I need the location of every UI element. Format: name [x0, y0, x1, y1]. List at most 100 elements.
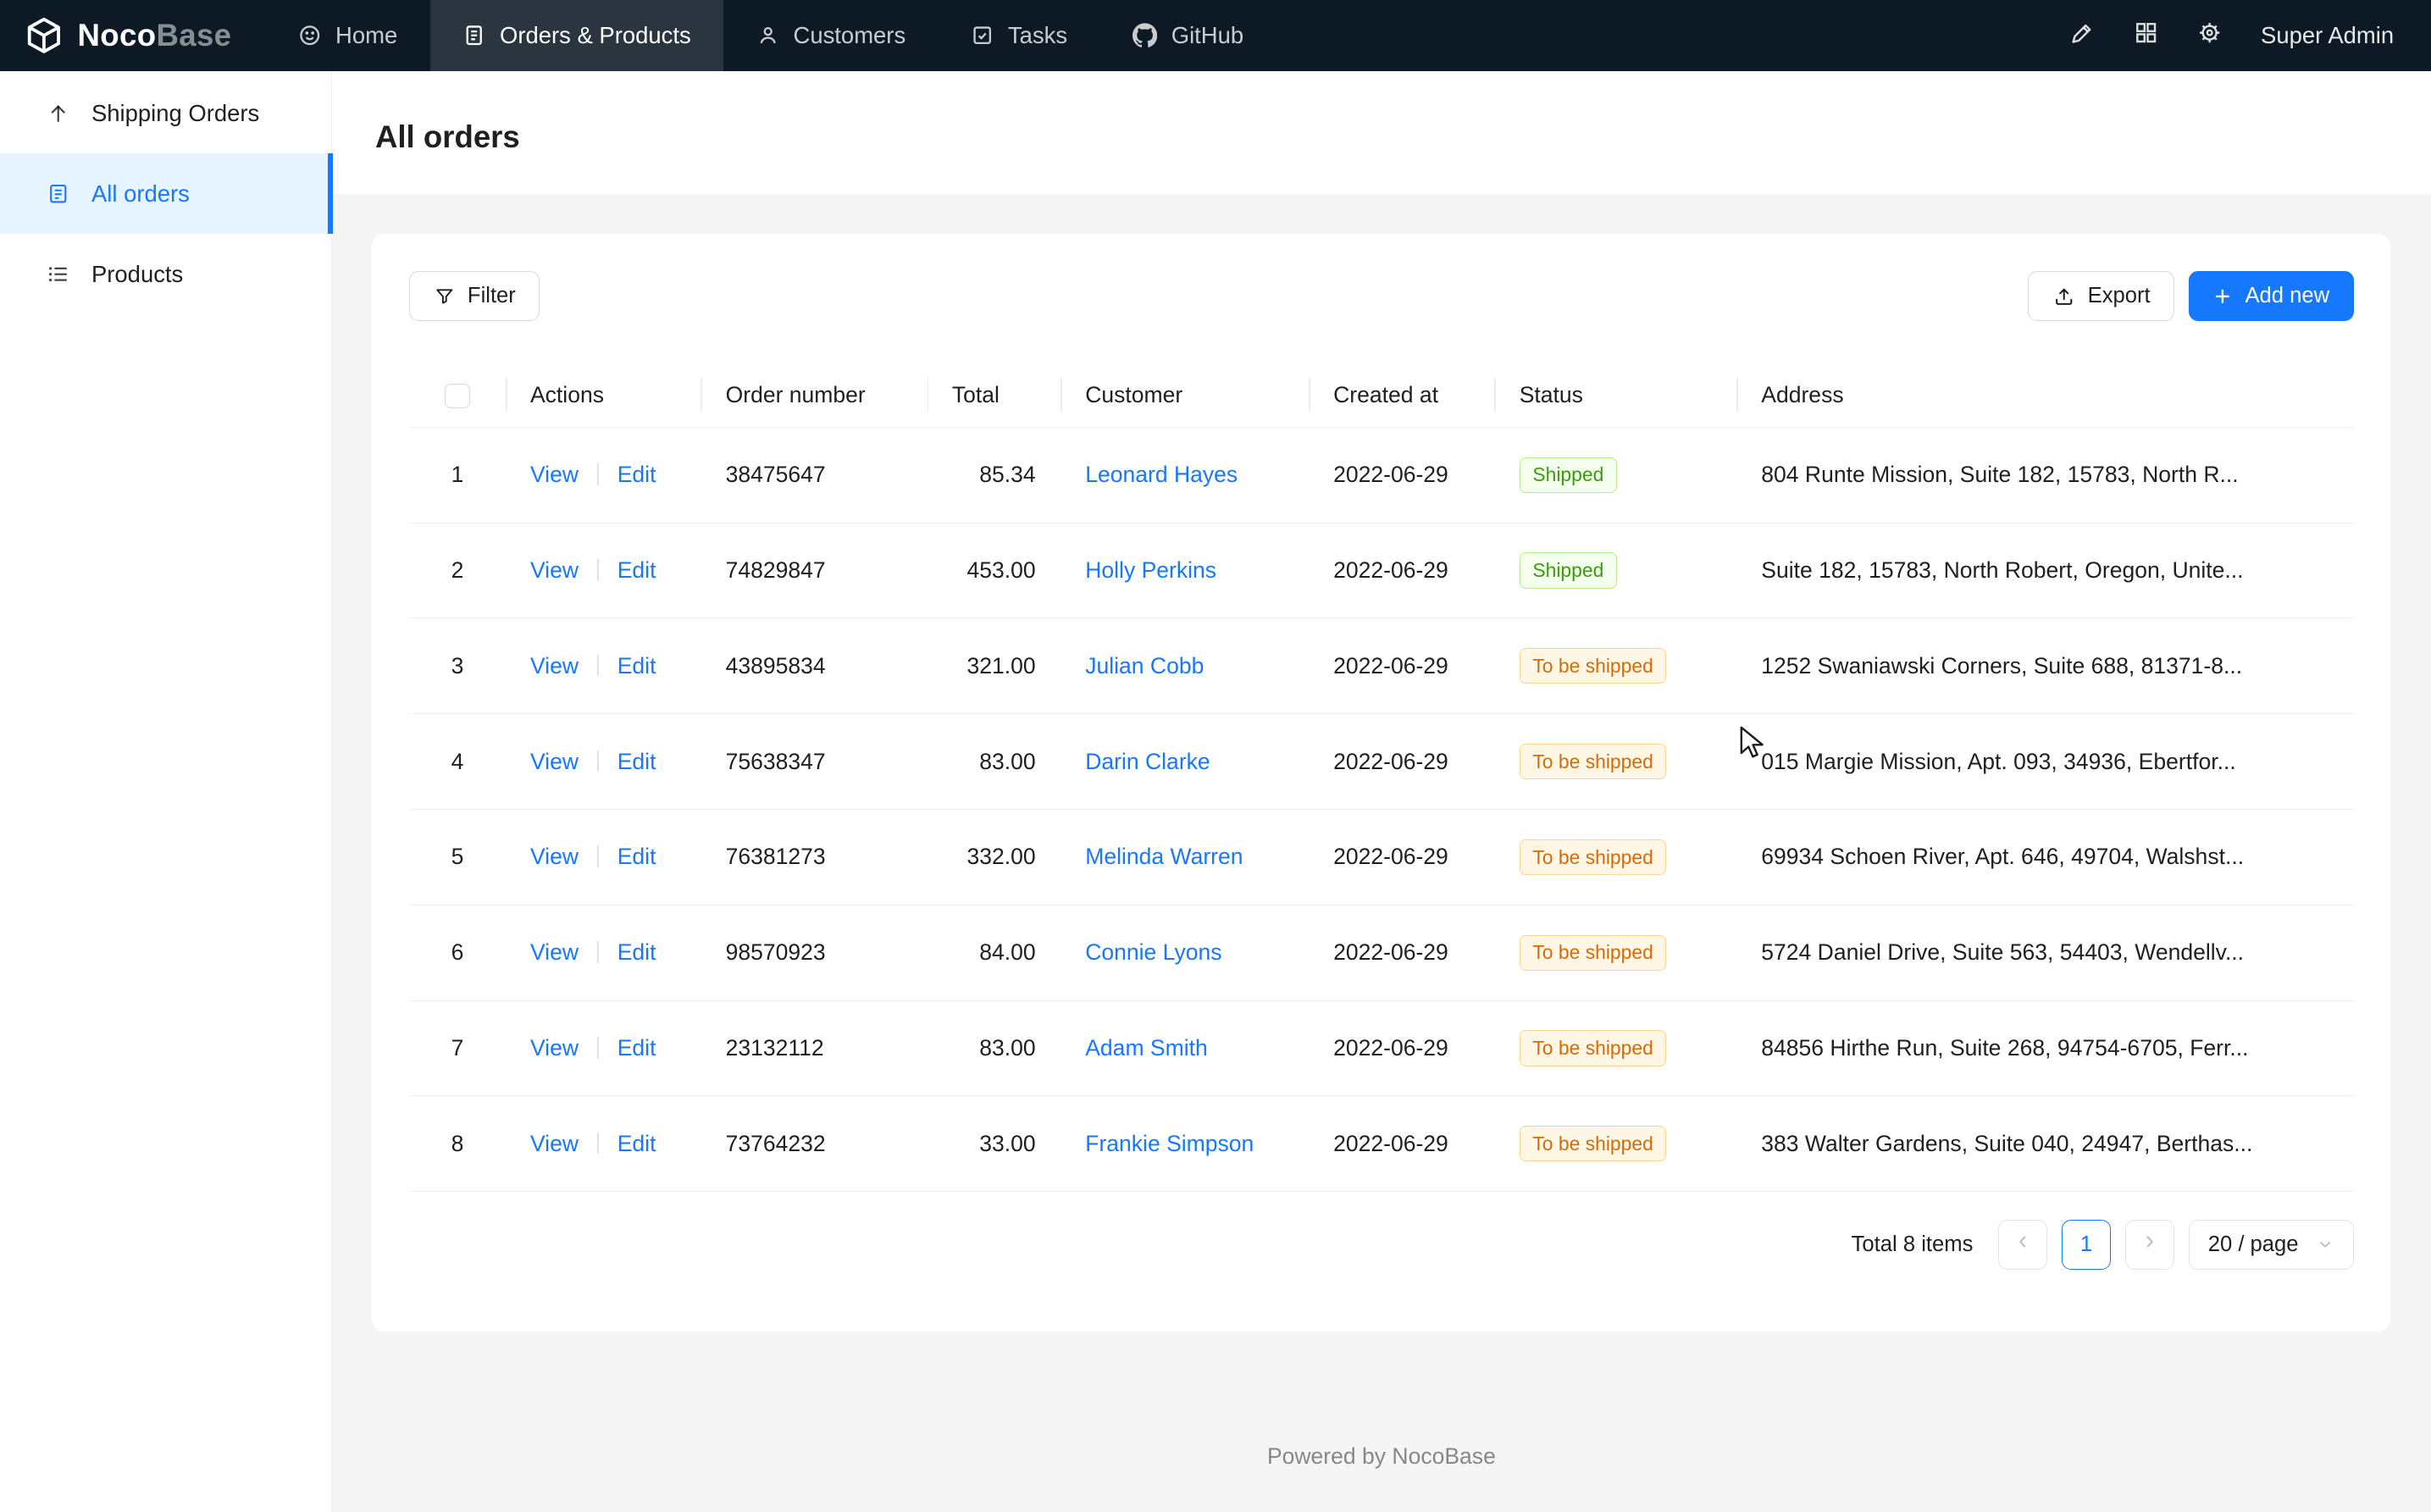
- nav-item-github[interactable]: GitHub: [1100, 0, 1276, 71]
- edit-link[interactable]: Edit: [617, 557, 656, 583]
- nav-item-tasks[interactable]: Tasks: [939, 0, 1100, 71]
- customer-cell: Frankie Simpson: [1060, 1096, 1309, 1192]
- view-link[interactable]: View: [530, 653, 579, 678]
- customer-link[interactable]: Adam Smith: [1085, 1035, 1208, 1061]
- page-title: All orders: [375, 119, 520, 155]
- order-number-cell: 98570923: [701, 905, 927, 1000]
- customer-cell: Darin Clarke: [1060, 714, 1309, 810]
- next-page-button[interactable]: [2125, 1220, 2175, 1270]
- order-number-cell: 75638347: [701, 714, 927, 810]
- view-link[interactable]: View: [530, 462, 579, 487]
- content: Filter Export: [332, 194, 2431, 1512]
- row-index: 4: [409, 714, 505, 810]
- order-number-cell: 73764232: [701, 1096, 927, 1192]
- edit-link[interactable]: Edit: [617, 749, 656, 774]
- plugin-manager-button[interactable]: [2134, 20, 2158, 51]
- column-header-created-at: Created at: [1309, 363, 1495, 427]
- brand[interactable]: NocoBase: [0, 0, 266, 71]
- actions-cell: View Edit: [506, 618, 701, 714]
- ui-editor-button[interactable]: [2070, 20, 2095, 51]
- row-index: 7: [409, 1000, 505, 1096]
- customer-cell: Adam Smith: [1060, 1000, 1309, 1096]
- edit-link[interactable]: Edit: [617, 844, 656, 869]
- prev-page-button[interactable]: [1998, 1220, 2048, 1270]
- nav-item-label: Home: [335, 22, 397, 49]
- navbar-right: Super Admin: [2033, 0, 2431, 71]
- page-1-button[interactable]: 1: [2062, 1220, 2112, 1270]
- edit-link[interactable]: Edit: [617, 653, 656, 678]
- nav-item-label: Customers: [794, 22, 906, 49]
- created-at-cell: 2022-06-29: [1309, 1000, 1495, 1096]
- customer-link[interactable]: Leonard Hayes: [1085, 462, 1238, 487]
- status-cell: To be shipped: [1494, 618, 1736, 714]
- divider: [597, 750, 599, 773]
- view-link[interactable]: View: [530, 844, 579, 869]
- edit-link[interactable]: Edit: [617, 939, 656, 965]
- nav-item-customers[interactable]: Customers: [723, 0, 938, 71]
- status-cell: Shipped: [1494, 427, 1736, 523]
- total-cell: 84.00: [928, 905, 1060, 1000]
- view-link[interactable]: View: [530, 749, 579, 774]
- customer-link[interactable]: Connie Lyons: [1085, 939, 1221, 965]
- view-link[interactable]: View: [530, 557, 579, 583]
- customer-link[interactable]: Holly Perkins: [1085, 557, 1216, 583]
- powered-by: Powered by NocoBase: [372, 1443, 2390, 1470]
- customer-link[interactable]: Frankie Simpson: [1085, 1131, 1254, 1156]
- nav-item-orders-products[interactable]: Orders & Products: [430, 0, 723, 71]
- orders-card: Filter Export: [372, 234, 2390, 1332]
- row-index: 6: [409, 905, 505, 1000]
- actions-cell: View Edit: [506, 427, 701, 523]
- current-user[interactable]: Super Admin: [2261, 22, 2394, 49]
- unordered-list-icon: [47, 263, 69, 285]
- status-badge: To be shipped: [1520, 1030, 1667, 1066]
- edit-link[interactable]: Edit: [617, 462, 656, 487]
- column-header-status: Status: [1494, 363, 1736, 427]
- filter-button-label: Filter: [468, 284, 516, 308]
- edit-link[interactable]: Edit: [617, 1131, 656, 1156]
- grid-icon: [2134, 20, 2158, 51]
- address-cell: 383 Walter Gardens, Suite 040, 24947, Be…: [1736, 1096, 2354, 1192]
- page-size-select[interactable]: 20 / page: [2189, 1220, 2354, 1270]
- settings-button[interactable]: [2197, 20, 2222, 51]
- status-cell: Shipped: [1494, 523, 1736, 618]
- sidebar: Shipping Orders All orders Products: [0, 71, 332, 1511]
- customer-link[interactable]: Julian Cobb: [1085, 653, 1204, 678]
- view-link[interactable]: View: [530, 1035, 579, 1061]
- select-all-checkbox[interactable]: [445, 384, 469, 408]
- status-badge: Shipped: [1520, 457, 1617, 493]
- address-cell: Suite 182, 15783, North Robert, Oregon, …: [1736, 523, 2354, 618]
- sidebar-item-shipping-orders[interactable]: Shipping Orders: [0, 73, 331, 153]
- total-cell: 33.00: [928, 1096, 1060, 1192]
- github-icon: [1132, 23, 1157, 47]
- customer-cell: Melinda Warren: [1060, 809, 1309, 905]
- filter-button[interactable]: Filter: [409, 271, 540, 321]
- customer-cell: Leonard Hayes: [1060, 427, 1309, 523]
- customer-link[interactable]: Melinda Warren: [1085, 844, 1243, 869]
- chevron-left-icon: [2013, 1232, 2032, 1257]
- add-new-button[interactable]: Add new: [2189, 271, 2354, 321]
- sidebar-item-products[interactable]: Products: [0, 234, 331, 314]
- sidebar-item-all-orders[interactable]: All orders: [0, 153, 331, 234]
- page-size-value: 20 / page: [2208, 1232, 2299, 1257]
- created-at-cell: 2022-06-29: [1309, 714, 1495, 810]
- table-row: 2 ViewEdit 74829847 453.00 Holly Perkins…: [409, 523, 2353, 618]
- status-badge: To be shipped: [1520, 1126, 1667, 1161]
- total-cell: 453.00: [928, 523, 1060, 618]
- table-row: 1 ViewEdit 38475647 85.34 Leonard Hayes …: [409, 427, 2353, 523]
- nav-item-label: GitHub: [1171, 22, 1243, 49]
- tasks-icon: [971, 24, 994, 47]
- customer-link[interactable]: Darin Clarke: [1085, 749, 1210, 774]
- order-number-cell: 74829847: [701, 523, 927, 618]
- order-number-cell: 76381273: [701, 809, 927, 905]
- export-button[interactable]: Export: [2028, 271, 2174, 321]
- view-link[interactable]: View: [530, 939, 579, 965]
- edit-link[interactable]: Edit: [617, 1035, 656, 1061]
- nav-item-home[interactable]: Home: [266, 0, 430, 71]
- total-cell: 321.00: [928, 618, 1060, 714]
- nocobase-logo-icon: [25, 16, 64, 55]
- total-cell: 332.00: [928, 809, 1060, 905]
- arrow-up-icon: [47, 102, 69, 125]
- view-link[interactable]: View: [530, 1131, 579, 1156]
- actions-cell: View Edit: [506, 1096, 701, 1192]
- actions-cell: View Edit: [506, 523, 701, 618]
